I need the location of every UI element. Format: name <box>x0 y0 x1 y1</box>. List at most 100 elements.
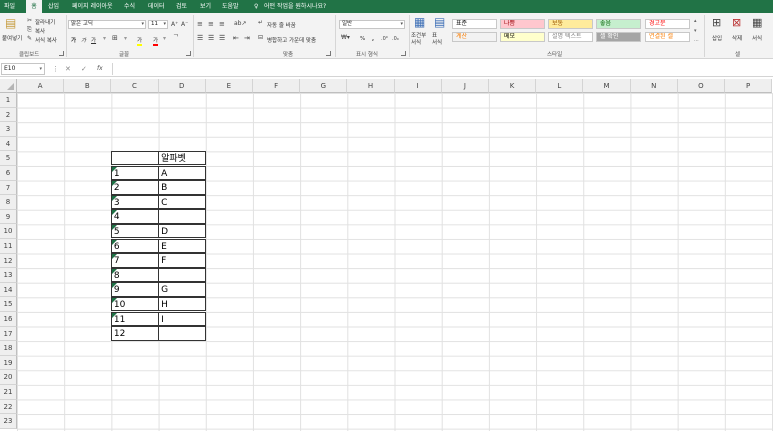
column-header-a[interactable]: A <box>17 79 65 93</box>
format-as-table-icon[interactable]: ▤ <box>434 16 445 29</box>
align-bottom-icon[interactable]: ≡ <box>219 20 225 28</box>
wrap-text-button[interactable]: 자동 줄 바꿈 <box>267 21 296 29</box>
column-header-f[interactable]: F <box>253 79 301 93</box>
gallery-down-icon[interactable]: ▾ <box>694 27 697 35</box>
format-cells-button[interactable]: 서식 <box>752 34 762 42</box>
column-header-g[interactable]: G <box>300 79 348 93</box>
row-header-12[interactable]: 12 <box>0 253 17 269</box>
cell-style-2[interactable]: 보통 <box>548 19 593 29</box>
column-header-p[interactable]: P <box>725 79 773 93</box>
column-header-l[interactable]: L <box>536 79 584 93</box>
row-header-16[interactable]: 16 <box>0 312 17 327</box>
row-header-23[interactable]: 23 <box>0 414 17 429</box>
more-options-icon[interactable]: ⋮ <box>52 63 59 75</box>
format-cells-icon[interactable]: ▦ <box>752 17 762 29</box>
cell-style-6[interactable]: 메모 <box>500 32 545 42</box>
cell-area[interactable]: 알파벳 1 A 2 B 3 C 4 5 D 6 E 7 F 8 9 G 10 H 11 I 12 <box>17 93 773 431</box>
table-cell-letter[interactable]: E <box>158 238 207 254</box>
table-cell-number[interactable]: 10 <box>110 296 160 312</box>
column-header-e[interactable]: E <box>205 79 253 93</box>
table-cell-letter[interactable]: G <box>158 282 207 297</box>
row-header-21[interactable]: 21 <box>0 385 17 400</box>
font-name-select[interactable]: 맑은 고딕 ▾ <box>68 20 146 29</box>
cell-style-0[interactable]: 표준 <box>452 19 497 29</box>
tab-review[interactable]: 검토 <box>176 0 187 13</box>
format-painter-button[interactable]: 서식 복사 <box>35 36 57 44</box>
comma-button[interactable]: , <box>372 36 374 42</box>
gallery-up-icon[interactable]: ▴ <box>694 17 697 25</box>
format-painter-icon[interactable]: ✎ <box>27 35 32 43</box>
table-cell-letter[interactable] <box>158 326 207 341</box>
decrease-decimal-icon[interactable]: .0₀ <box>392 35 399 43</box>
tell-me-box[interactable]: 어떤 작업을 원하시나요? <box>264 0 326 13</box>
tab-file[interactable]: 파일 <box>4 0 16 13</box>
row-header-6[interactable]: 6 <box>0 166 17 181</box>
delete-cells-icon[interactable]: ⊠ <box>732 17 741 29</box>
cell-style-8[interactable]: 셀 확인 <box>596 32 641 42</box>
table-header-alphabet[interactable]: 알파벳 <box>158 150 207 166</box>
insert-cells-button[interactable]: 삽입 <box>712 34 722 42</box>
table-cell-number[interactable]: 2 <box>110 180 160 195</box>
column-header-j[interactable]: J <box>441 79 489 93</box>
font-color-dropdown-icon[interactable]: ▾ <box>163 35 166 43</box>
table-cell-number[interactable]: 6 <box>110 238 160 254</box>
insert-function-icon[interactable]: fx <box>97 63 103 75</box>
name-box[interactable]: E10 ▾ <box>1 63 45 75</box>
copy-icon[interactable]: ⎘ <box>27 26 32 34</box>
table-cell-number[interactable]: 4 <box>110 209 160 224</box>
cut-icon[interactable]: ✂ <box>27 17 32 25</box>
table-cell-letter[interactable]: I <box>158 311 207 327</box>
column-header-o[interactable]: O <box>677 79 725 93</box>
delete-cells-button[interactable]: 삭제 <box>732 34 742 42</box>
tab-formulas[interactable]: 수식 <box>124 0 135 13</box>
cell-style-5[interactable]: 계산 <box>452 32 497 42</box>
row-header-9[interactable]: 9 <box>0 209 17 225</box>
align-left-icon[interactable]: ☰ <box>197 34 203 42</box>
alignment-launcher-icon[interactable] <box>326 51 331 56</box>
gallery-more-icon[interactable]: ⋯ <box>694 37 699 45</box>
table-cell-number[interactable]: 12 <box>110 326 160 341</box>
merge-center-icon[interactable]: ⊟ <box>258 34 263 42</box>
table-cell-letter[interactable]: F <box>158 253 207 268</box>
row-header-10[interactable]: 10 <box>0 224 17 239</box>
conditional-formatting-button[interactable]: 조건부 서식 <box>411 33 426 47</box>
tab-data[interactable]: 데이터 <box>148 0 165 13</box>
table-cell-letter[interactable]: C <box>158 194 207 210</box>
table-cell-number[interactable]: 7 <box>110 253 160 268</box>
increase-indent-icon[interactable]: ⇥ <box>244 34 250 42</box>
formula-input[interactable] <box>112 63 772 75</box>
cancel-icon[interactable]: ✕ <box>65 63 71 75</box>
tab-help[interactable]: 도움말 <box>222 0 239 13</box>
row-header-22[interactable]: 22 <box>0 399 17 415</box>
cut-button[interactable]: 잘라내기 <box>35 18 55 26</box>
align-middle-icon[interactable]: ≡ <box>208 20 214 28</box>
row-header-3[interactable]: 3 <box>0 122 17 137</box>
row-header-20[interactable]: 20 <box>0 370 17 385</box>
tab-insert[interactable]: 삽입 <box>48 0 59 13</box>
column-header-i[interactable]: I <box>394 79 442 93</box>
percent-button[interactable]: % <box>360 36 365 42</box>
align-center-icon[interactable]: ☰ <box>208 34 214 42</box>
column-header-h[interactable]: H <box>347 79 395 93</box>
font-launcher-icon[interactable] <box>186 51 191 56</box>
row-header-7[interactable]: 7 <box>0 180 17 196</box>
table-cell-number[interactable]: 3 <box>110 194 160 210</box>
cell-style-3[interactable]: 좋음 <box>596 19 641 29</box>
decrease-indent-icon[interactable]: ⇤ <box>233 34 239 42</box>
increase-decimal-icon[interactable]: .0⁰ <box>381 35 388 43</box>
column-header-m[interactable]: M <box>583 79 631 93</box>
tab-page-layout[interactable]: 페이지 레이아웃 <box>72 0 113 13</box>
table-cell-number[interactable]: 9 <box>110 282 160 297</box>
enter-icon[interactable]: ✓ <box>81 63 87 75</box>
row-header-19[interactable]: 19 <box>0 355 17 371</box>
column-header-b[interactable]: B <box>64 79 112 93</box>
align-right-icon[interactable]: ☰ <box>219 34 225 42</box>
tab-view[interactable]: 보기 <box>200 0 211 13</box>
insert-cells-icon[interactable]: ⊞ <box>712 17 721 29</box>
bold-button[interactable]: 가 <box>71 36 76 44</box>
row-header-1[interactable]: 1 <box>0 93 17 108</box>
table-cell-number[interactable]: 1 <box>110 165 160 181</box>
row-header-8[interactable]: 8 <box>0 195 17 210</box>
cell-style-7[interactable]: 설명 텍스트 <box>548 32 593 42</box>
row-header-2[interactable]: 2 <box>0 107 17 123</box>
